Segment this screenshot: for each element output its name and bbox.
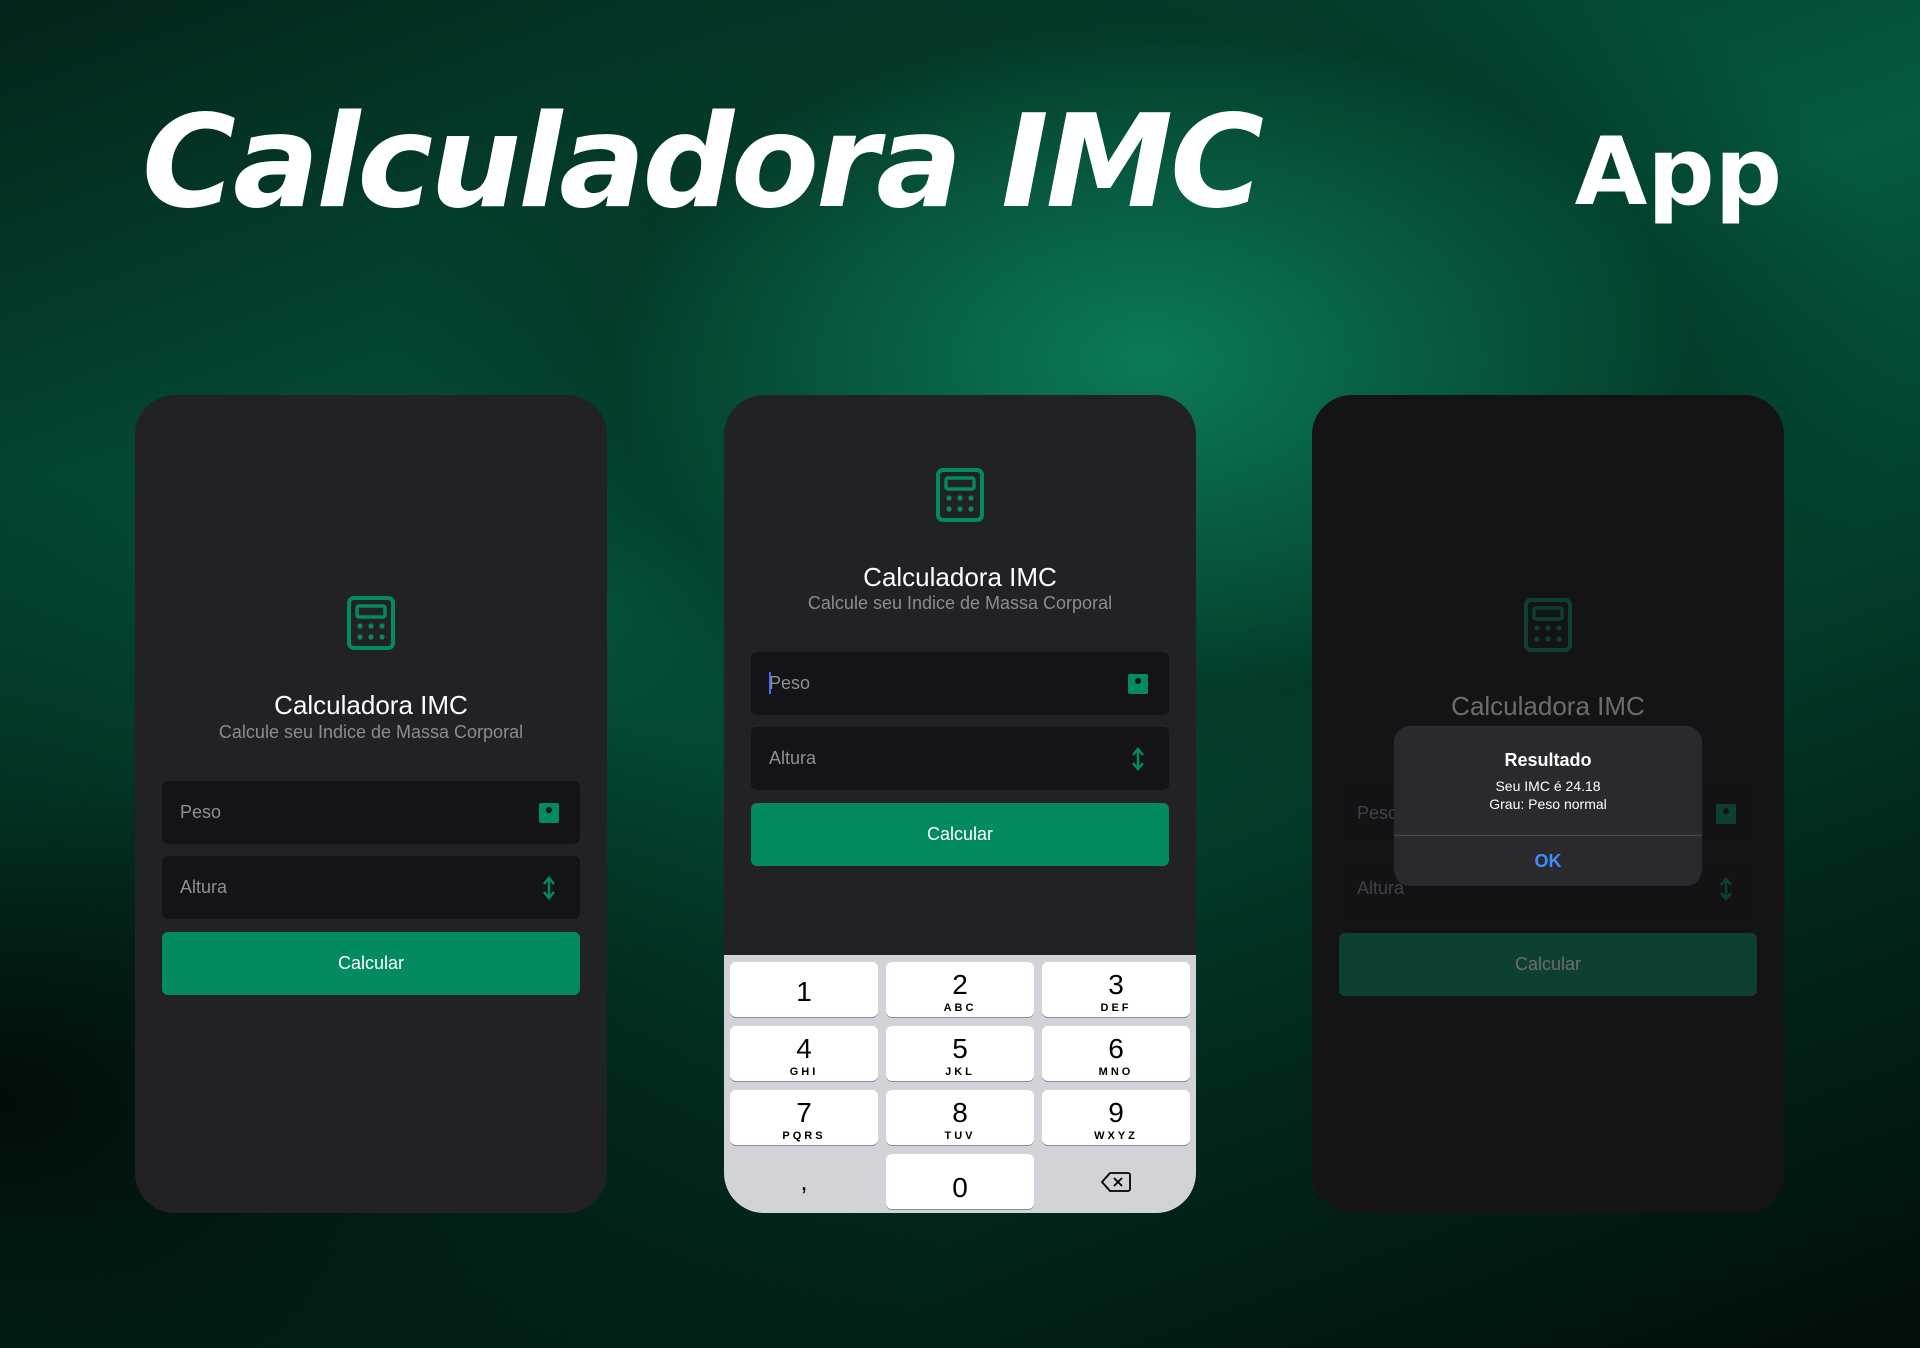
height-placeholder: Altura xyxy=(180,877,228,897)
key-3[interactable]: 3 DEF xyxy=(1042,962,1190,1017)
key-2[interactable]: 2 ABC xyxy=(886,962,1034,1017)
calculate-button[interactable]: Calcular xyxy=(162,932,580,995)
calculator-icon xyxy=(347,596,395,650)
key-letters: GHI xyxy=(789,1065,819,1078)
app-subtitle: Calcule seu Indice de Massa Corporal xyxy=(218,722,524,742)
app-title: Calculadora IMC xyxy=(1451,691,1645,721)
key-number: 4 xyxy=(796,1032,812,1064)
key-letters: JKL xyxy=(945,1065,975,1078)
weight-input[interactable]: Peso xyxy=(162,781,580,844)
key-6[interactable]: 6 MNO xyxy=(1042,1026,1190,1081)
alert-title: Resultado xyxy=(1504,750,1592,770)
key-number: 7 xyxy=(796,1096,812,1128)
key-number: 6 xyxy=(1108,1032,1124,1064)
scale-icon xyxy=(539,803,559,823)
key-letters: PQRS xyxy=(782,1129,826,1142)
ok-button[interactable]: OK xyxy=(1394,836,1702,886)
key-number: 0 xyxy=(952,1172,968,1203)
height-arrows-icon xyxy=(543,876,555,900)
key-5[interactable]: 5 JKL xyxy=(886,1026,1034,1081)
calculate-button[interactable]: Calcular xyxy=(751,803,1169,866)
weight-placeholder: Peso xyxy=(180,802,222,822)
key-8[interactable]: 8 TUV xyxy=(886,1090,1034,1145)
numeric-keyboard: 1 2 ABC 3 DEF 4 GHI 5 JKL 6 MNO 7 PQRS 8 TUV 9W… xyxy=(724,955,1196,1213)
calculator-icon xyxy=(936,468,984,522)
hero-title: Calculadora IMC xyxy=(142,88,1264,237)
key-number: 8 xyxy=(952,1096,968,1128)
alert-imc-value: Seu IMC é 24.18 xyxy=(1495,778,1601,794)
weight-placeholder: Peso xyxy=(1357,803,1399,823)
key-letters: WXYZ xyxy=(1094,1129,1138,1142)
key-number: 2 xyxy=(952,968,968,1000)
app-title: Calculadora IMC xyxy=(863,562,1057,592)
key-comma[interactable]: , xyxy=(730,1154,878,1209)
key-7[interactable]: 7 PQRS xyxy=(730,1090,878,1145)
height-input[interactable]: Altura xyxy=(751,727,1169,790)
hero-tag: App xyxy=(1574,118,1782,227)
key-4[interactable]: 4 GHI xyxy=(730,1026,878,1081)
key-letters: MNO xyxy=(1098,1065,1134,1078)
calculate-button[interactable]: Calcular xyxy=(1339,933,1757,996)
result-alert: Resultado Seu IMC é 24.18 Grau: Peso nor… xyxy=(1394,726,1702,886)
key-0[interactable]: 0 xyxy=(886,1154,1034,1209)
key-1[interactable]: 1 xyxy=(730,962,878,1017)
scale-icon xyxy=(1716,804,1736,824)
key-letters: TUV xyxy=(944,1129,976,1142)
height-arrows-icon xyxy=(1720,877,1732,901)
phone-screen-initial: Calculadora IMC Calcule seu Indice de Ma… xyxy=(135,395,607,1213)
scale-icon xyxy=(1128,674,1148,694)
phone-screen-result: Calculadora IMC Peso Altura Calcular Res… xyxy=(1312,395,1784,1213)
key-number: 1 xyxy=(796,975,812,1007)
height-placeholder: Altura xyxy=(769,748,817,768)
height-arrows-icon xyxy=(1132,747,1144,771)
key-number: 3 xyxy=(1108,968,1124,1000)
alert-grade: Grau: Peso normal xyxy=(1489,796,1607,812)
weight-input[interactable]: Peso xyxy=(751,652,1169,715)
calculator-icon xyxy=(1524,598,1572,652)
backspace-icon xyxy=(1101,1172,1131,1192)
height-input[interactable]: Altura xyxy=(162,856,580,919)
key-letters: DEF xyxy=(1100,1001,1132,1014)
app-title: Calculadora IMC xyxy=(274,690,468,720)
key-number: 5 xyxy=(952,1032,968,1064)
phone-screen-keyboard: Calculadora IMC Calcule seu Indice de Ma… xyxy=(724,395,1196,1213)
backspace-key[interactable] xyxy=(1042,1154,1190,1209)
key-number: 9 xyxy=(1108,1096,1124,1128)
key-9[interactable]: 9 WXYZ xyxy=(1042,1090,1190,1145)
key-letters: ABC xyxy=(943,1001,977,1014)
app-subtitle: Calcule seu Indice de Massa Corporal xyxy=(807,593,1113,613)
weight-placeholder: Peso xyxy=(769,673,811,693)
